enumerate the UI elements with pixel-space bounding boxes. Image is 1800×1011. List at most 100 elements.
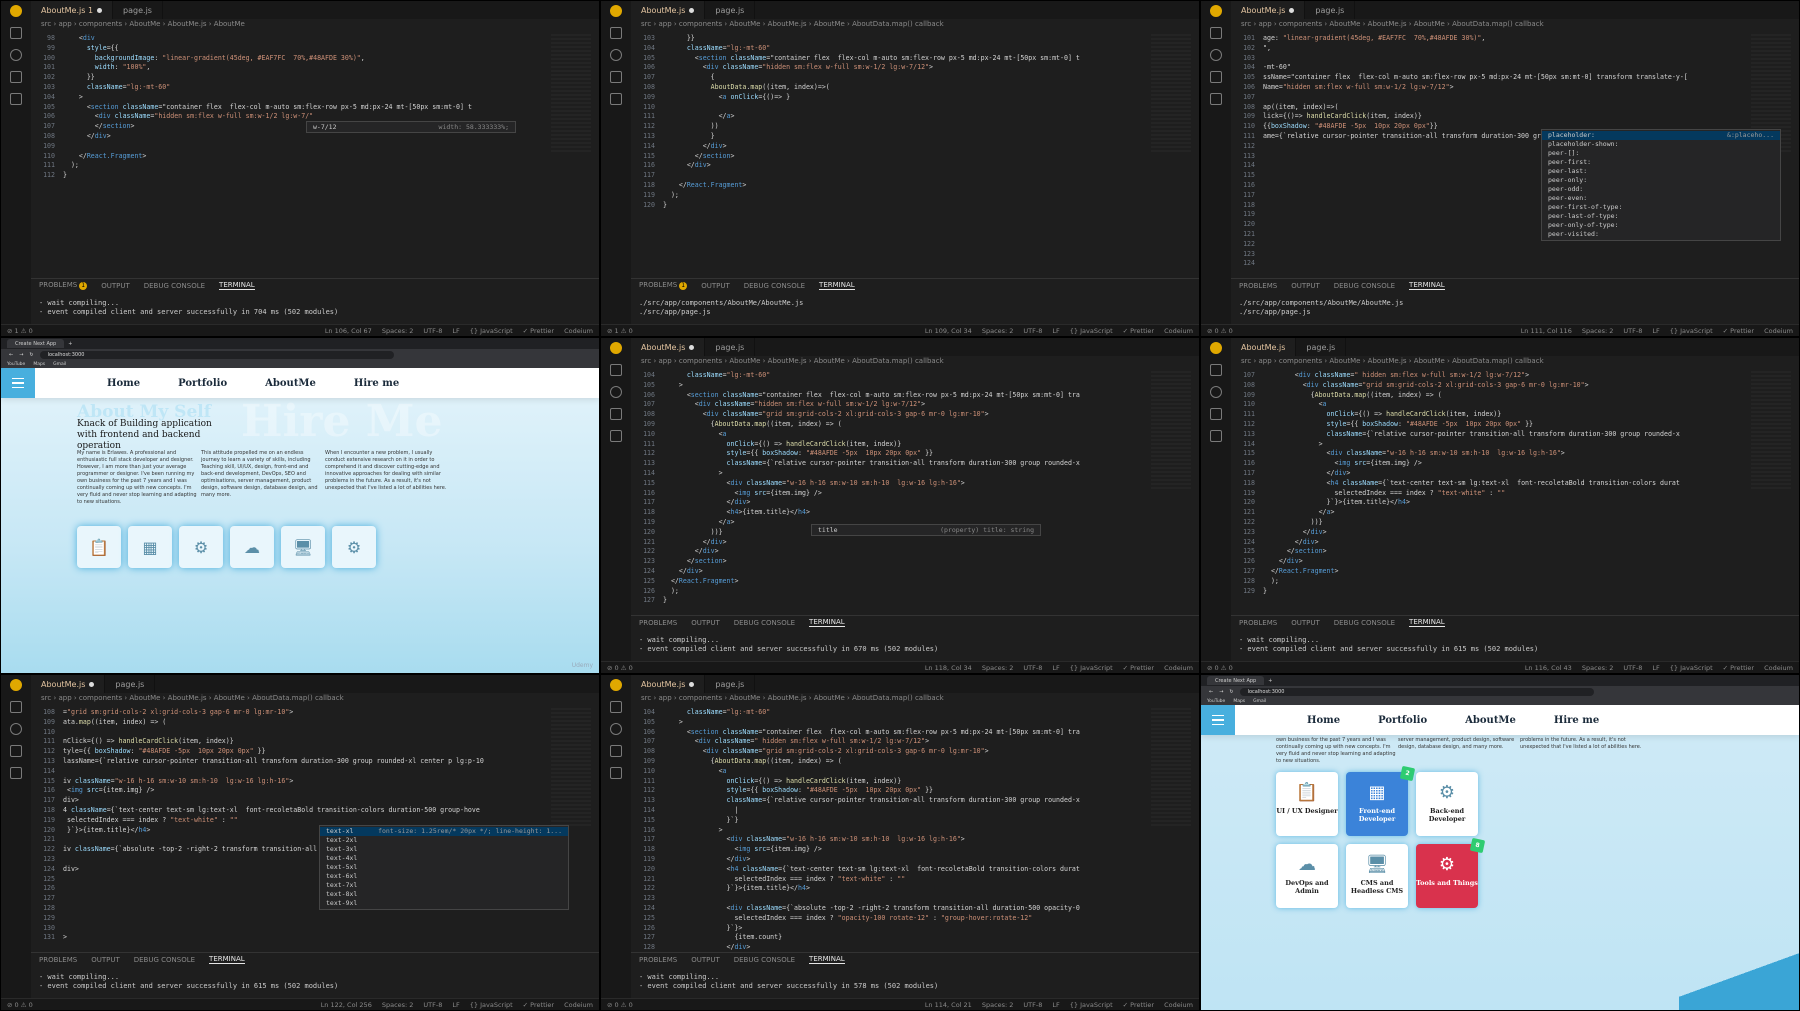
status-item[interactable]: UTF-8 bbox=[1023, 664, 1042, 672]
panel-tab-problems[interactable]: PROBLEMS bbox=[639, 619, 677, 627]
editor-tab[interactable]: page.js bbox=[113, 1, 163, 19]
status-item[interactable]: UTF-8 bbox=[423, 1001, 442, 1009]
nav-link-portfolio[interactable]: Portfolio bbox=[178, 378, 227, 389]
address-bar[interactable]: localhost:3000 bbox=[39, 350, 394, 359]
status-item[interactable]: LF bbox=[452, 327, 459, 335]
panel-tab-output[interactable]: OUTPUT bbox=[691, 619, 720, 627]
source-control-icon[interactable] bbox=[610, 408, 622, 420]
status-item[interactable]: {} JavaScript bbox=[1670, 327, 1713, 335]
code-editor[interactable]: 104 className="lg:-mt-60" 105 >106 <secti… bbox=[631, 708, 1149, 953]
extensions-icon[interactable] bbox=[1210, 93, 1222, 105]
panel-tab-debug-console[interactable]: DEBUG CONSOLE bbox=[1334, 619, 1395, 627]
terminal-output[interactable]: - wait compiling... - event compiled clie… bbox=[39, 299, 595, 317]
panel-tab-debug-console[interactable]: DEBUG CONSOLE bbox=[144, 282, 205, 290]
autocomplete-item[interactable]: text-5xl bbox=[320, 863, 568, 872]
explorer-icon[interactable] bbox=[1210, 364, 1222, 376]
autocomplete-item[interactable]: text-xl font-size: 1.25rem/* 20px */; lin… bbox=[320, 827, 568, 836]
back-icon[interactable]: ← bbox=[9, 352, 13, 358]
bookmark-item[interactable]: YouTube bbox=[7, 362, 25, 367]
panel-tab-output[interactable]: OUTPUT bbox=[1291, 282, 1320, 290]
autocomplete-item[interactable]: text-9xl bbox=[320, 899, 568, 908]
code-editor[interactable]: 104 className="lg:-mt-60" 105 >106 <secti… bbox=[631, 371, 1149, 606]
browser-tab[interactable]: Create Next App bbox=[1207, 676, 1265, 685]
status-item[interactable]: Ln 111, Col 116 bbox=[1521, 327, 1572, 335]
skill-card[interactable]: 📋 UI / UX Designer bbox=[1276, 772, 1338, 836]
panel-tab-output[interactable]: OUTPUT bbox=[701, 282, 730, 290]
status-item[interactable]: LF bbox=[1052, 327, 1059, 335]
explorer-icon[interactable] bbox=[10, 27, 22, 39]
panel-tab-problems[interactable]: PROBLEMS 1 bbox=[639, 281, 688, 290]
status-item[interactable]: Spaces: 2 bbox=[1582, 664, 1614, 672]
terminal-output[interactable]: - wait compiling... - event compiled clie… bbox=[639, 636, 1195, 654]
autocomplete-list[interactable]: placeholder: &:placeho... placeholder-show… bbox=[1541, 129, 1781, 241]
status-item[interactable]: Codeium bbox=[564, 327, 593, 335]
account-icon[interactable] bbox=[610, 5, 622, 17]
autocomplete-item[interactable]: peer-[]: bbox=[1542, 149, 1780, 158]
editor-tab[interactable]: AboutMe.js 1 bbox=[31, 1, 114, 19]
status-item[interactable]: Spaces: 2 bbox=[382, 1001, 414, 1009]
autocomplete-item[interactable]: peer-only-of-type: bbox=[1542, 221, 1780, 230]
breadcrumb[interactable]: src › app › components › AboutMe › About… bbox=[1241, 20, 1799, 32]
autocomplete-item[interactable]: text-6xl bbox=[320, 872, 568, 881]
editor-tab[interactable]: AboutMe.js bbox=[1231, 1, 1306, 19]
status-item[interactable]: ✓ Prettier bbox=[1123, 327, 1154, 335]
source-control-icon[interactable] bbox=[1210, 71, 1222, 83]
search-icon[interactable] bbox=[1210, 49, 1222, 61]
skill-card[interactable]: ⚙ Tools and Things 8 bbox=[1416, 837, 1486, 908]
autocomplete-item[interactable]: placeholder: &:placeho... bbox=[1542, 131, 1780, 140]
extensions-icon[interactable] bbox=[1210, 430, 1222, 442]
status-item[interactable]: UTF-8 bbox=[1023, 1001, 1042, 1009]
skill-card[interactable]: ⚙ bbox=[332, 526, 376, 568]
bookmark-item[interactable]: Gmail bbox=[1253, 699, 1266, 704]
source-control-icon[interactable] bbox=[610, 71, 622, 83]
status-item[interactable]: ✓ Prettier bbox=[1723, 664, 1754, 672]
bookmark-item[interactable]: Gmail bbox=[53, 362, 66, 367]
status-item[interactable]: Spaces: 2 bbox=[382, 327, 414, 335]
status-item[interactable]: ✓ Prettier bbox=[1123, 664, 1154, 672]
status-problems[interactable]: ⊘ 0 ⚠ 0 bbox=[1207, 664, 1233, 672]
status-item[interactable]: LF bbox=[452, 1001, 459, 1009]
explorer-icon[interactable] bbox=[10, 701, 22, 713]
status-item[interactable]: Ln 109, Col 34 bbox=[925, 327, 972, 335]
skill-card[interactable]: ☁ bbox=[230, 526, 274, 568]
extensions-icon[interactable] bbox=[610, 430, 622, 442]
skill-card[interactable]: ☁ DevOps and Admin bbox=[1276, 844, 1338, 908]
status-item[interactable]: LF bbox=[1052, 1001, 1059, 1009]
panel-tab-debug-console[interactable]: DEBUG CONSOLE bbox=[734, 956, 795, 964]
status-item[interactable]: {} JavaScript bbox=[470, 327, 513, 335]
source-control-icon[interactable] bbox=[1210, 408, 1222, 420]
status-item[interactable]: Ln 106, Col 67 bbox=[325, 327, 372, 335]
breadcrumb[interactable]: src › app › components › AboutMe › About… bbox=[41, 20, 599, 32]
autocomplete-item[interactable]: text-2xl bbox=[320, 836, 568, 845]
autocomplete-item[interactable]: peer-first-of-type: bbox=[1542, 203, 1780, 212]
forward-icon[interactable]: → bbox=[19, 352, 23, 358]
editor-tab[interactable]: page.js bbox=[1296, 338, 1347, 356]
status-item[interactable]: {} JavaScript bbox=[1670, 664, 1713, 672]
explorer-icon[interactable] bbox=[610, 364, 622, 376]
editor-tab[interactable]: page.js bbox=[1305, 1, 1356, 19]
panel-tab-problems[interactable]: PROBLEMS bbox=[1239, 619, 1277, 627]
editor-tab[interactable]: page.js bbox=[105, 675, 156, 693]
status-item[interactable]: Codeium bbox=[1164, 327, 1193, 335]
status-item[interactable]: Ln 114, Col 21 bbox=[925, 1001, 972, 1009]
status-item[interactable]: UTF-8 bbox=[423, 327, 442, 335]
panel-tab-terminal[interactable]: TERMINAL bbox=[209, 955, 245, 964]
nav-link-aboutme[interactable]: AboutMe bbox=[265, 378, 316, 389]
terminal-output[interactable]: ./src/app/components/AboutMe/AboutMe.js.… bbox=[639, 299, 1195, 317]
account-icon[interactable] bbox=[1210, 5, 1222, 17]
search-icon[interactable] bbox=[10, 49, 22, 61]
back-icon[interactable]: ← bbox=[1209, 689, 1213, 695]
panel-tab-terminal[interactable]: TERMINAL bbox=[219, 281, 255, 290]
autocomplete-item[interactable]: peer-first: bbox=[1542, 158, 1780, 167]
account-icon[interactable] bbox=[1210, 342, 1222, 354]
code-editor[interactable]: 107 <div className=" hidden sm:flex w-fu… bbox=[1231, 371, 1749, 596]
explorer-icon[interactable] bbox=[1210, 27, 1222, 39]
breadcrumb[interactable]: src › app › components › AboutMe › About… bbox=[641, 20, 1199, 32]
bookmark-item[interactable]: YouTube bbox=[1207, 699, 1225, 704]
minimap[interactable] bbox=[551, 708, 591, 828]
status-item[interactable]: Codeium bbox=[1164, 664, 1193, 672]
status-item[interactable]: UTF-8 bbox=[1023, 327, 1042, 335]
status-item[interactable]: ✓ Prettier bbox=[1723, 327, 1754, 335]
search-icon[interactable] bbox=[610, 386, 622, 398]
nav-link-aboutme[interactable]: AboutMe bbox=[1465, 715, 1516, 726]
